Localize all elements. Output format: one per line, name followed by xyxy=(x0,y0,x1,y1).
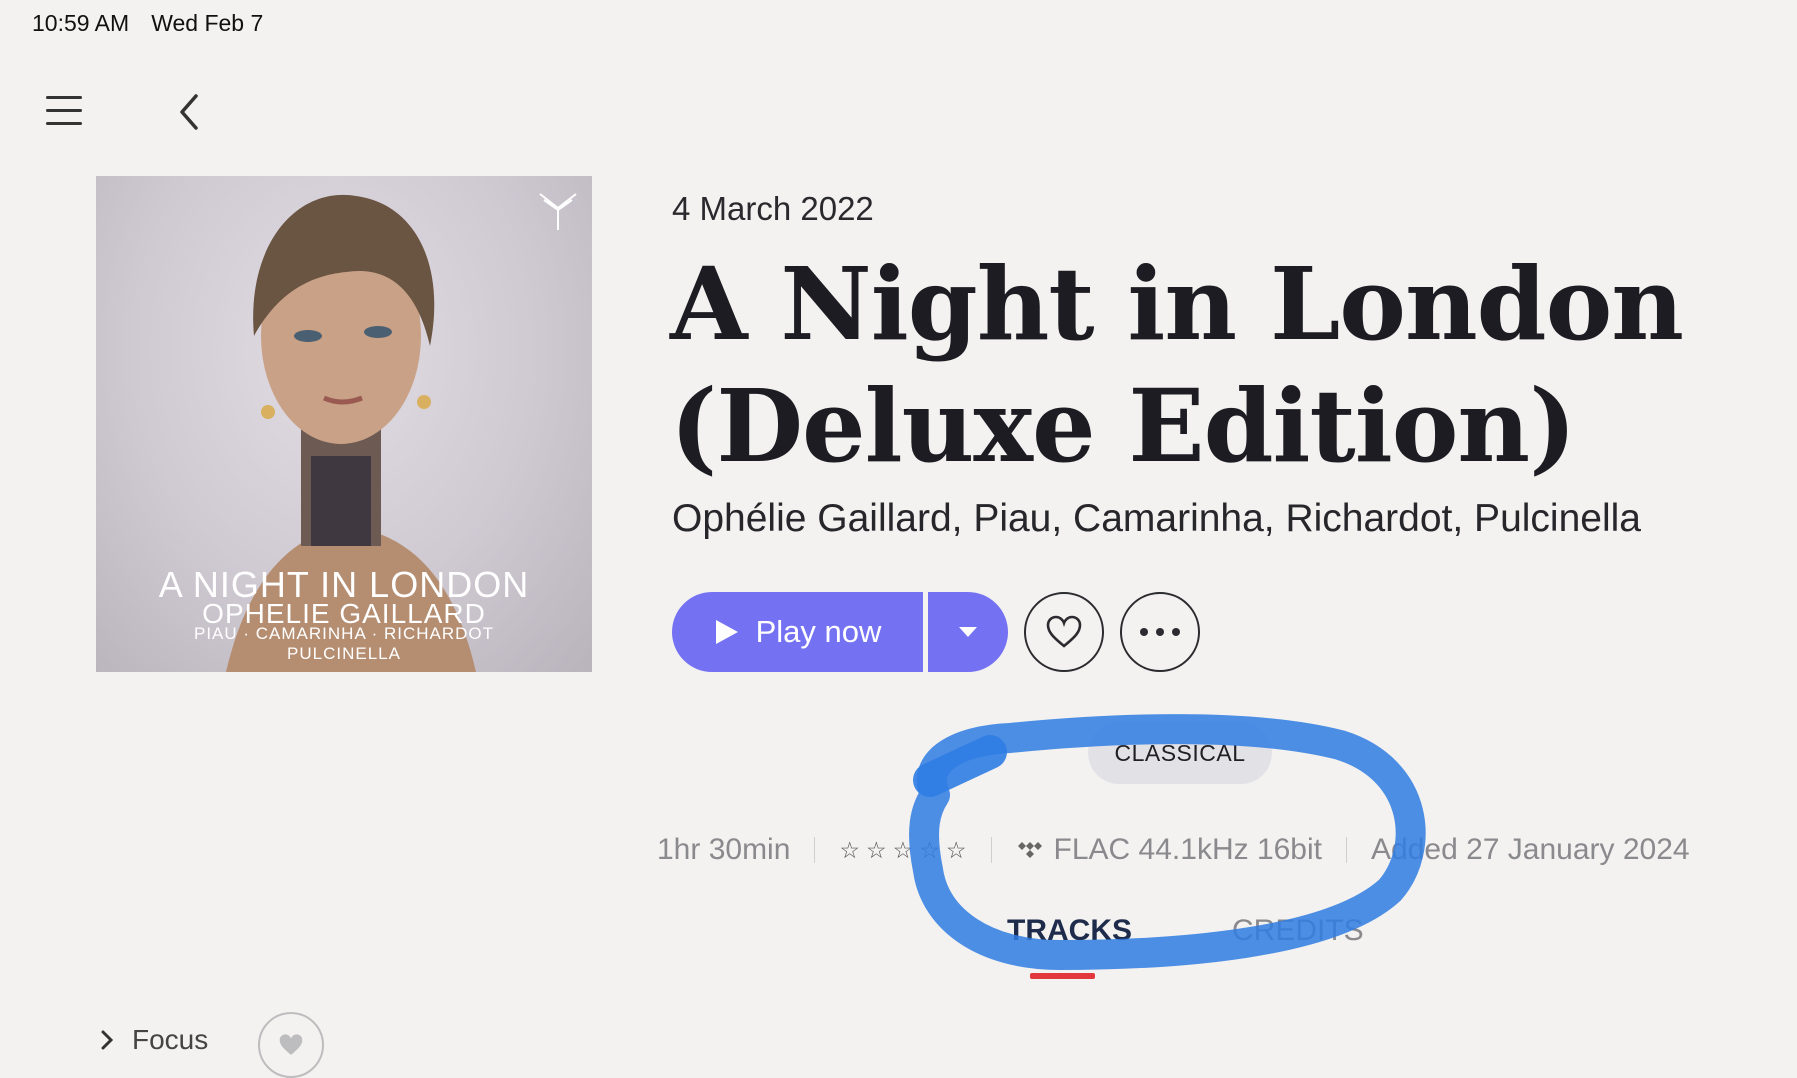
album-info-row: 1hr 30min ☆ ☆ ☆ ☆ ☆ FLAC 44.1kHz 16bit A… xyxy=(657,828,1690,872)
active-tab-indicator xyxy=(1030,973,1095,979)
heart-icon xyxy=(279,1034,303,1055)
hamburger-menu-icon[interactable] xyxy=(44,92,84,130)
status-bar: 10:59 AM Wed Feb 7 xyxy=(32,10,263,37)
play-options-dropdown[interactable] xyxy=(928,592,1008,672)
star-icon[interactable]: ☆ xyxy=(946,837,967,864)
date-added: Added 27 January 2024 xyxy=(1371,833,1690,866)
rating-stars[interactable]: ☆ ☆ ☆ ☆ ☆ xyxy=(839,837,966,864)
play-icon xyxy=(715,620,738,644)
release-date: 4 March 2022 xyxy=(672,190,874,227)
cover-performers-text: PIAU · CAMARINHA · RICHARDOT xyxy=(193,624,495,643)
caret-down-icon xyxy=(959,627,977,637)
focus-label: Focus xyxy=(132,1024,209,1055)
genre-tag[interactable]: CLASSICAL xyxy=(1088,722,1272,784)
more-icon xyxy=(1140,628,1180,636)
tab-tracks[interactable]: TRACKS xyxy=(1007,914,1132,948)
focus-favorite-button[interactable] xyxy=(258,1012,324,1078)
separator xyxy=(1346,837,1347,863)
album-artists[interactable]: Ophélie Gaillard, Piau, Camarinha, Richa… xyxy=(672,497,1641,541)
chevron-left-icon[interactable] xyxy=(172,90,208,134)
cover-performers: PIAU · CAMARINHA · RICHARDOT xyxy=(96,624,592,644)
chevron-right-icon xyxy=(101,1030,114,1050)
favorite-button[interactable] xyxy=(1024,592,1104,672)
heart-icon xyxy=(1046,615,1082,648)
more-options-button[interactable] xyxy=(1120,592,1200,672)
album-cover[interactable]: A NIGHT IN LONDON OPHELIE GAILLARD PIAU … xyxy=(96,176,592,672)
star-icon[interactable]: ☆ xyxy=(866,837,887,864)
tidal-icon xyxy=(1017,842,1042,858)
separator xyxy=(814,837,816,863)
status-date: Wed Feb 7 xyxy=(151,10,264,36)
album-title: A Night in London (Deluxe Edition) xyxy=(670,243,1720,487)
star-icon[interactable]: ☆ xyxy=(893,837,914,864)
focus-toggle[interactable]: Focus xyxy=(100,1024,208,1056)
status-time: 10:59 AM xyxy=(32,10,130,36)
tab-credits[interactable]: CREDITS xyxy=(1232,914,1364,948)
cover-logo-icon xyxy=(534,186,582,234)
audio-quality: FLAC 44.1kHz 16bit xyxy=(1016,833,1322,867)
audio-quality-label: FLAC 44.1kHz 16bit xyxy=(1053,833,1322,866)
star-icon[interactable]: ☆ xyxy=(839,837,860,864)
play-now-label: Play now xyxy=(755,614,882,649)
cover-ensemble-text: PULCINELLA xyxy=(287,644,401,663)
album-title-line1: A Night in London xyxy=(670,245,1684,363)
star-icon[interactable]: ☆ xyxy=(919,837,940,864)
play-now-button[interactable]: Play now xyxy=(672,592,923,672)
separator xyxy=(990,837,992,863)
album-title-line2: (Deluxe Edition) xyxy=(670,367,1576,485)
album-duration: 1hr 30min xyxy=(657,833,791,866)
cover-ensemble: PULCINELLA xyxy=(96,644,592,664)
